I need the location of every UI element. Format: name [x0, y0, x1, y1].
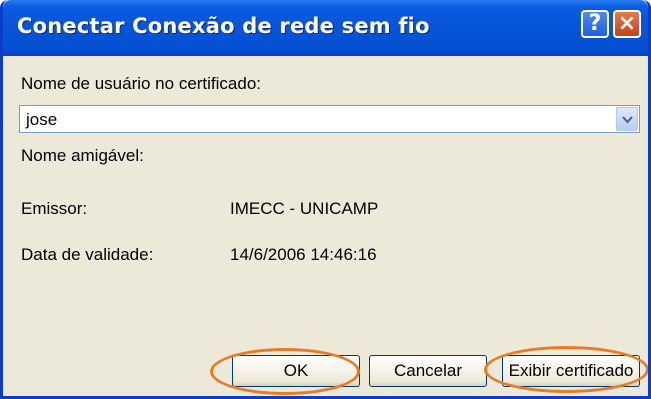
issuer-label: Emissor: — [21, 199, 88, 218]
window-title: Conectar Conexão de rede sem fio — [17, 14, 430, 38]
dialog-window: Conectar Conexão de rede sem fio ? × Nom… — [0, 0, 651, 399]
friendly-name-label: Nome amigável: — [21, 146, 144, 165]
username-value: jose — [26, 110, 58, 129]
expiry-value: 14/6/2006 14:46:16 — [230, 245, 377, 264]
chevron-down-icon[interactable] — [616, 107, 638, 131]
username-combobox[interactable]: jose — [19, 105, 640, 133]
cancel-button[interactable]: Cancelar — [369, 355, 487, 387]
issuer-value: IMECC - UNICAMP — [230, 199, 379, 218]
expiry-label: Data de validade: — [21, 245, 154, 264]
title-bar[interactable]: Conectar Conexão de rede sem fio ? × — [3, 0, 648, 56]
close-icon[interactable]: × — [613, 10, 641, 38]
ok-button[interactable]: OK — [232, 355, 360, 387]
help-icon[interactable]: ? — [581, 10, 609, 38]
view-certificate-button[interactable]: Exibir certificado — [502, 355, 640, 387]
username-label: Nome de usuário no certificado: — [21, 74, 262, 93]
